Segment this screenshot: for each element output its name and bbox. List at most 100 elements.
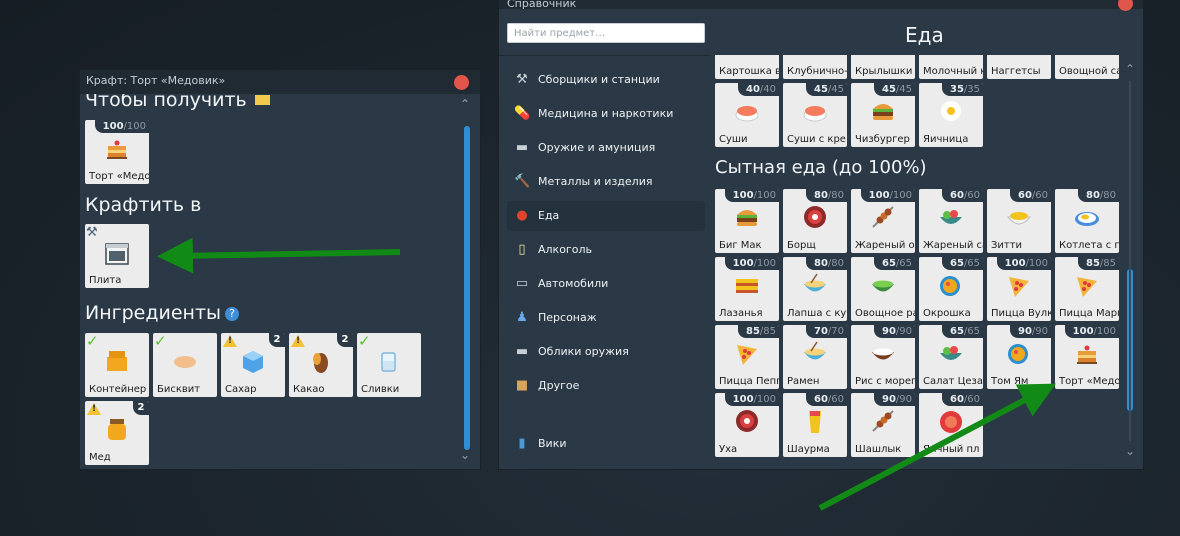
food-label: Салат Цеза xyxy=(923,376,983,387)
food-count: 40/40 xyxy=(737,83,779,96)
food-tile-partial[interactable]: Крылышки xyxy=(851,55,915,79)
sidebar-item-9[interactable]: ▬ Облики оружия xyxy=(507,337,705,367)
food-tile-partial[interactable]: Клубнично- xyxy=(783,55,847,79)
food-tile[interactable]: 100/100 Пицца Вулк xyxy=(987,257,1051,321)
food-tile[interactable]: 60/60 Зитти xyxy=(987,189,1051,253)
food-label: Наггетсы xyxy=(991,66,1041,77)
food-tile[interactable]: 100/100 Биг Мак xyxy=(715,189,779,253)
reference-close-button[interactable] xyxy=(1118,0,1133,11)
food-tile-partial[interactable]: Наггетсы xyxy=(987,55,1051,79)
help-icon[interactable]: ? xyxy=(225,307,240,321)
food-tile[interactable]: 85/85 Пицца Марг xyxy=(1055,257,1119,321)
food-label: Овощное ра xyxy=(855,308,915,319)
gun-skin-icon: ▬ xyxy=(515,344,529,359)
food-count: 60/60 xyxy=(941,189,983,202)
food-tile-partial[interactable]: Молочный к xyxy=(919,55,983,79)
food-label: Яичница xyxy=(923,134,969,145)
food-count: 80/80 xyxy=(805,257,847,270)
sidebar-item-4[interactable]: 🔨 Металлы и изделия xyxy=(507,167,705,197)
food-tile[interactable]: 70/70 Рамен xyxy=(783,325,847,389)
ingredient-label: Какао xyxy=(293,384,325,395)
rice-red-icon xyxy=(937,407,965,435)
food-count: 90/90 xyxy=(873,325,915,338)
apple-icon: ● xyxy=(516,208,528,223)
food-tile[interactable]: 40/40 Суши xyxy=(715,83,779,147)
food-tile[interactable]: 100/100 Лазанья xyxy=(715,257,779,321)
ref-scroll-up-icon[interactable]: ⌃ xyxy=(1125,63,1135,75)
check-icon: ✓ xyxy=(154,333,167,350)
food-label: Окрошка xyxy=(923,308,971,319)
sidebar-item-5[interactable]: ● Еда xyxy=(507,201,705,231)
sidebar-item-label: Персонаж xyxy=(538,311,597,324)
sidebar-item-3[interactable]: ▬ Оружие и амуниция xyxy=(507,133,705,163)
ref-scroll-down-icon[interactable]: ⌄ xyxy=(1125,445,1135,457)
craft-content: Чтобы получить 100/100 Торт «Медовик» Кр… xyxy=(80,94,480,469)
food-tile[interactable]: 100/100 Жареный ок xyxy=(851,189,915,253)
food-tile-partial[interactable]: Картошка в xyxy=(715,55,779,79)
craft-titlebar[interactable]: Крафт: Торт «Медовик» xyxy=(80,70,480,94)
sidebar-item-7[interactable]: ▭ Автомобили xyxy=(507,269,705,299)
food-tile[interactable]: 35/35 Яичница xyxy=(919,83,983,147)
food-label: Биг Мак xyxy=(719,240,762,251)
sidebar-item-8[interactable]: ♟ Персонаж xyxy=(507,303,705,333)
biscuit-icon xyxy=(171,347,199,375)
ingredient-tile[interactable]: ✓ Бисквит xyxy=(153,333,217,397)
ingredient-label: Мед xyxy=(89,452,111,463)
category-title: Сытная еда (до 100%) xyxy=(715,157,927,178)
pill-icon: 💊 xyxy=(514,106,531,121)
food-tile-partial[interactable]: Овощной са xyxy=(1055,55,1119,79)
craft-window-title: Крафт: Торт «Медовик» xyxy=(86,74,226,87)
food-tile[interactable]: 100/100 Торт «Медо xyxy=(1055,325,1119,389)
sidebar-item-6[interactable]: ▯ Алкоголь xyxy=(507,235,705,265)
ingredient-tile[interactable]: ✓ Сливки xyxy=(357,333,421,397)
food-tile[interactable]: 90/90 Том Ям xyxy=(987,325,1051,389)
craft-scrollbar[interactable] xyxy=(464,126,470,450)
food-count: 100/100 xyxy=(724,393,779,406)
pizza-icon xyxy=(1005,271,1033,299)
food-tile[interactable]: 90/90 Шашлык xyxy=(851,393,915,457)
noodles-icon xyxy=(801,271,829,299)
burger-icon xyxy=(733,203,761,231)
food-tile[interactable]: 45/45 Суши с кре xyxy=(783,83,847,147)
food-tile[interactable]: 100/100 Уха xyxy=(715,393,779,457)
items-grid: Картошка в Клубнично- Крылышки Молочный к На… xyxy=(711,55,1127,465)
food-count: 65/65 xyxy=(941,257,983,270)
scroll-up-icon[interactable]: ⌃ xyxy=(460,98,470,110)
ingredient-tile[interactable]: 2 Какао xyxy=(289,333,353,397)
reference-titlebar[interactable]: Справочник xyxy=(499,0,1143,11)
sidebar-item-2[interactable]: 💊 Медицина и наркотики xyxy=(507,99,705,129)
ingredient-tile[interactable]: ✓ Контейнер для еды xyxy=(85,333,149,397)
sidebar-item-1[interactable]: ⚒ Сборщики и станции xyxy=(507,65,705,95)
food-tile[interactable]: 60/60 Жареный са xyxy=(919,189,983,253)
food-count: 80/80 xyxy=(805,189,847,202)
station-tile[interactable]: ⚒ Плита xyxy=(85,224,149,288)
food-count: 85/85 xyxy=(737,325,779,338)
food-count: 70/70 xyxy=(805,325,847,338)
food-tile[interactable]: 65/65 Овощное ра xyxy=(851,257,915,321)
food-tile[interactable]: 90/90 Рис с морепр xyxy=(851,325,915,389)
section-ingredients-title: Ингредиенты? xyxy=(85,302,240,324)
search-input[interactable]: Найти предмет… xyxy=(507,23,705,43)
food-tile[interactable]: 65/65 Окрошка xyxy=(919,257,983,321)
food-label: Пицца Вулк xyxy=(991,308,1051,319)
food-tile[interactable]: 80/80 Лапша с кур xyxy=(783,257,847,321)
food-tile[interactable]: 85/85 Пицца Пепп xyxy=(715,325,779,389)
plate-icon xyxy=(1073,203,1101,231)
result-tile[interactable]: 100/100 Торт «Медовик» xyxy=(85,120,149,184)
egg-icon xyxy=(937,97,965,125)
ingredient-tile[interactable]: 2 Сахар xyxy=(221,333,285,397)
food-count: 100/100 xyxy=(724,189,779,202)
food-tile[interactable]: 80/80 Борщ xyxy=(783,189,847,253)
scroll-down-icon[interactable]: ⌄ xyxy=(460,449,470,461)
food-tile[interactable]: 65/65 Салат Цеза xyxy=(919,325,983,389)
sidebar-item-10[interactable]: ■ Другое xyxy=(507,371,705,401)
food-tile[interactable]: 60/60 Шаурма xyxy=(783,393,847,457)
food-tile[interactable]: 80/80 Котлета с п xyxy=(1055,189,1119,253)
food-tile[interactable]: 45/45 Чизбургер xyxy=(851,83,915,147)
sidebar-item-wiki[interactable]: ▮ Вики xyxy=(507,429,705,459)
craft-close-button[interactable] xyxy=(454,75,469,90)
food-tile[interactable]: 60/60 Яичный пл xyxy=(919,393,983,457)
food-label: Крылышки xyxy=(855,66,913,77)
sidebar-item-label: Оружие и амуниция xyxy=(538,141,656,154)
ingredient-tile[interactable]: 2 Мед xyxy=(85,401,149,465)
